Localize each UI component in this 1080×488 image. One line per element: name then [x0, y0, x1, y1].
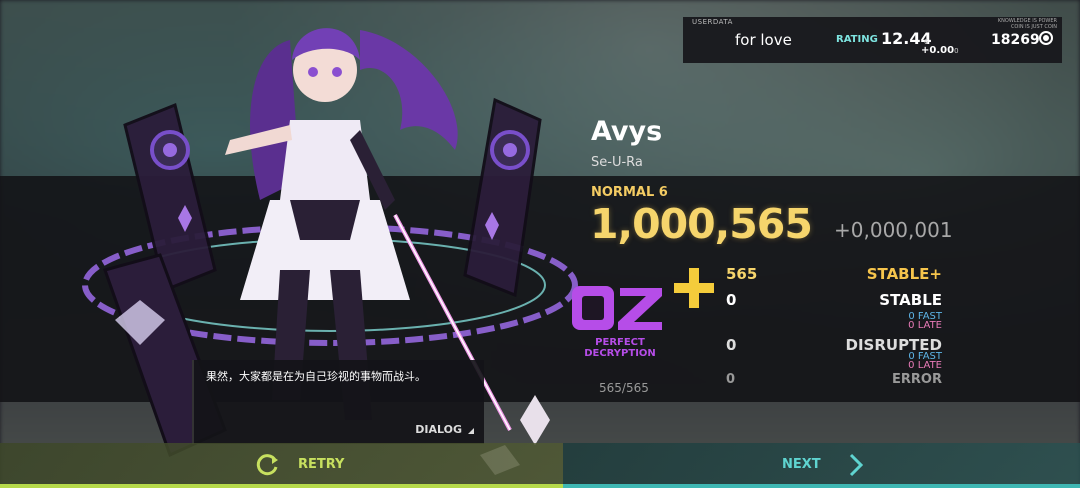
dialog-button[interactable]: DIALOG: [415, 423, 462, 436]
dialog-text: 果然，大家都是在为自己珍视的事物而战斗。: [206, 370, 426, 383]
grade-plus-icon: [674, 268, 714, 308]
coin-icon: [1039, 31, 1053, 45]
stable-count: 0: [726, 291, 737, 309]
grade-caption-line2: DECRYPTION: [584, 348, 656, 359]
coin-tagline: KNOWLEDGE IS POWER COIN IS JUST COIN: [997, 18, 1057, 30]
grade-oz-logo: [572, 286, 662, 330]
user-data-panel: USERDATA for love RATING 12.44 6 +0.000 …: [683, 17, 1062, 63]
song-artist: Se-U-Ra: [591, 155, 643, 170]
rating-label: RATING: [836, 34, 878, 45]
retry-button[interactable]: RETRY: [256, 448, 366, 480]
difficulty-label: NORMAL 6: [591, 185, 668, 200]
error-count: 0: [726, 372, 736, 387]
grade-caption-line1: PERFECT: [595, 337, 645, 348]
grade-caption: PERFECT DECRYPTION: [578, 337, 662, 359]
stable-label: STABLE: [879, 291, 942, 309]
song-title: Avys: [591, 116, 663, 147]
retry-label: RETRY: [298, 457, 345, 472]
score-difference: +0,000,001: [834, 218, 953, 242]
note-progress: 565/565: [599, 381, 649, 395]
retry-icon: [256, 454, 278, 476]
error-label: ERROR: [892, 372, 942, 387]
stable-late: 0 LATE: [908, 320, 942, 331]
username: for love: [735, 31, 792, 49]
rating-delta: +0.000: [921, 45, 959, 56]
coin-count: 18269: [991, 32, 1040, 48]
score: 1,000,565: [590, 200, 813, 248]
stable-plus-label: STABLE+: [866, 265, 942, 283]
disrupted-count: 0: [726, 336, 737, 354]
dialog-corner-icon: [468, 428, 474, 434]
user-data-label: USERDATA: [692, 18, 733, 26]
dialog-box: 果然，大家都是在为自己珍视的事物而战斗。 DIALOG: [192, 360, 484, 444]
chevron-right-icon: [849, 453, 864, 477]
disrupted-late: 0 LATE: [908, 360, 942, 371]
coffin-right: [463, 97, 542, 298]
stable-plus-count: 565: [726, 265, 758, 283]
rating-delta-decimal: 0: [954, 47, 959, 55]
rating-delta-value: +0.00: [921, 45, 955, 56]
next-button[interactable]: NEXT: [780, 448, 890, 480]
next-label: NEXT: [782, 457, 821, 472]
